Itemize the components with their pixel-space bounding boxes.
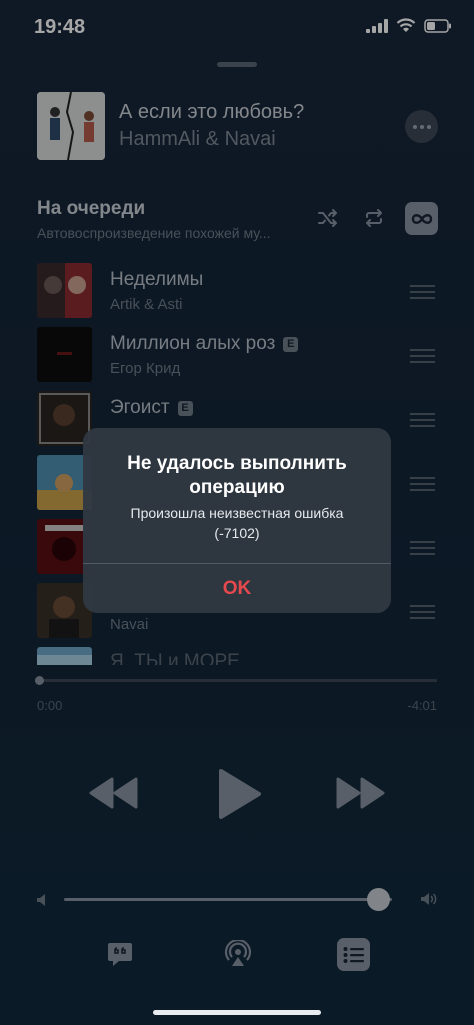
alert-title: Не удалось выполнить операцию bbox=[127, 453, 347, 498]
ok-button[interactable]: OK bbox=[83, 564, 391, 613]
alert-message: Произошла неизвестная ошибка (-7102) bbox=[130, 505, 344, 541]
home-indicator[interactable] bbox=[153, 1010, 321, 1015]
error-alert: Не удалось выполнить операцию Произошла … bbox=[83, 428, 391, 613]
